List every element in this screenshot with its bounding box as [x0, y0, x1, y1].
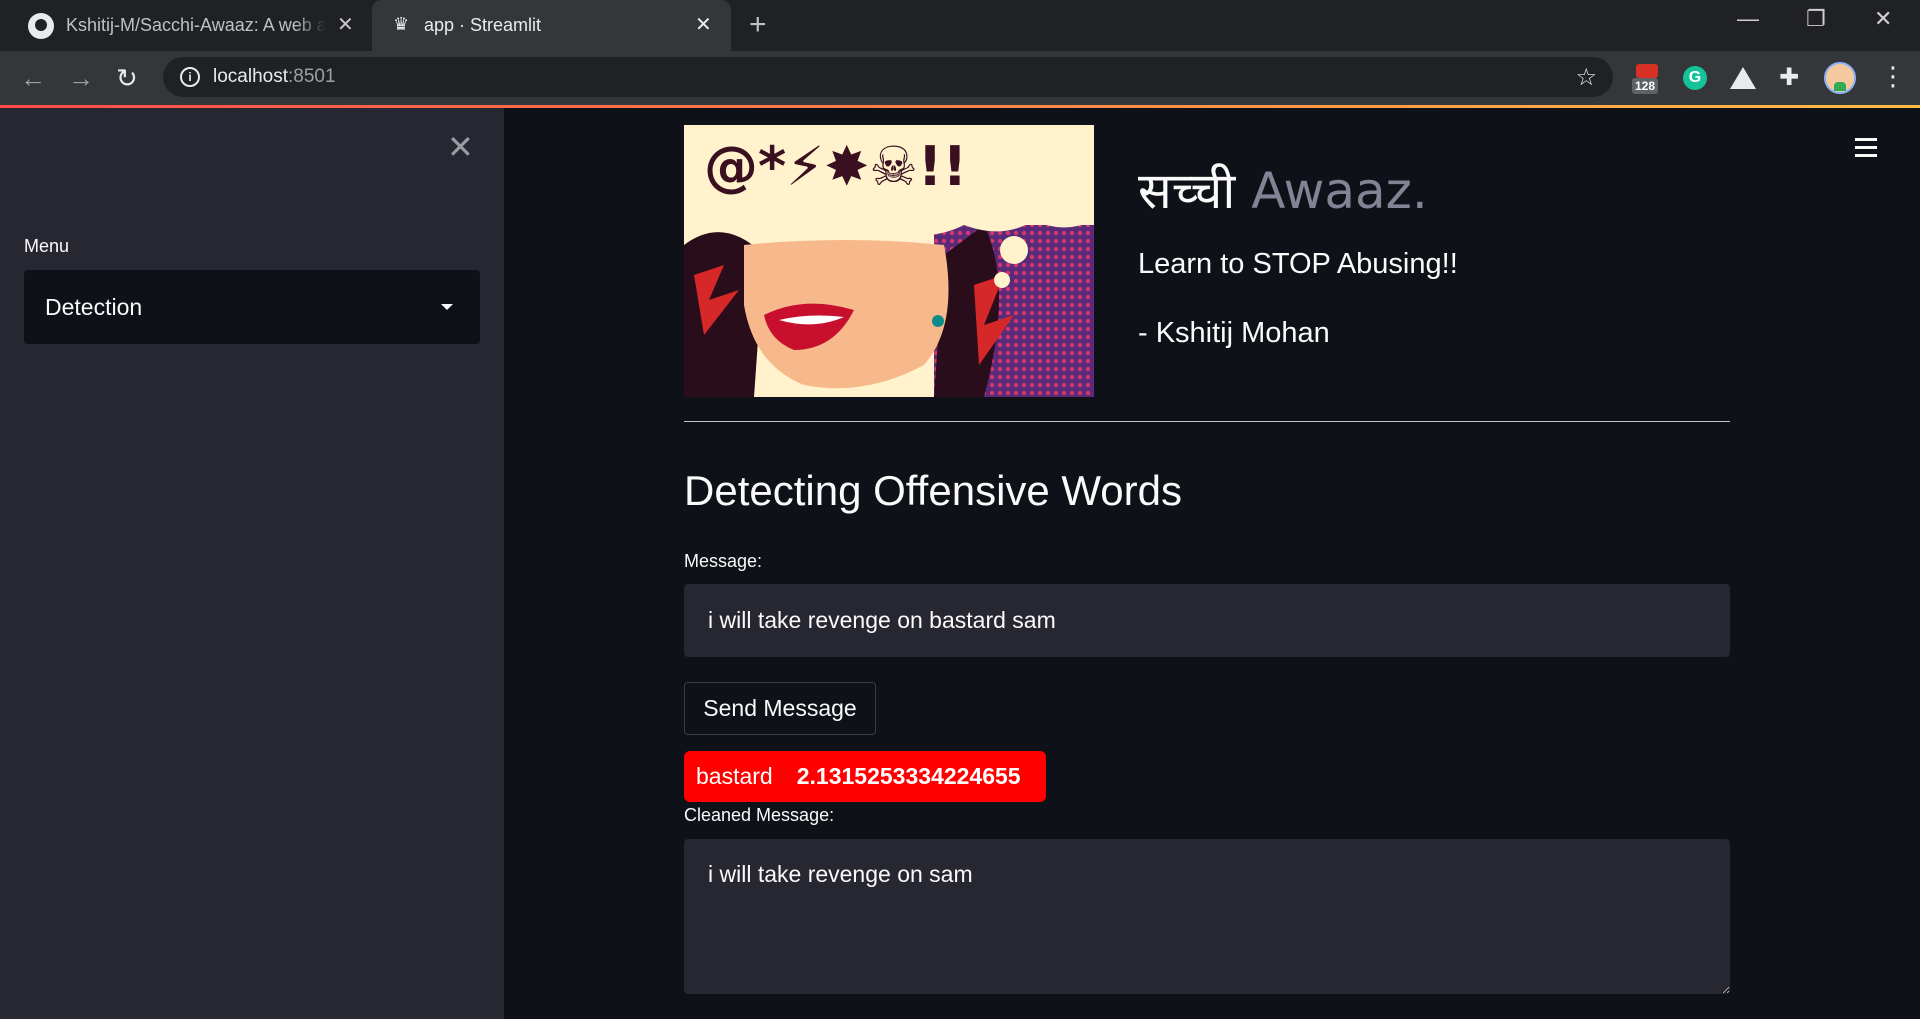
- bookmark-star-icon[interactable]: ☆: [1575, 63, 1597, 92]
- grammarly-icon[interactable]: G: [1683, 66, 1707, 90]
- send-message-button[interactable]: Send Message: [684, 682, 876, 735]
- browser-toolbar: ← → ↻ i localhost:8501 ☆ 128 G ✚ ⋮: [0, 51, 1920, 105]
- chevron-down-icon: [441, 304, 453, 310]
- title-english: Awaaz.: [1251, 162, 1428, 220]
- profile-avatar[interactable]: [1824, 62, 1856, 94]
- close-icon[interactable]: ✕: [695, 12, 712, 37]
- tab-title: Kshitij-M/Sacchi-Awaaz: A web app: [66, 15, 326, 35]
- hamburger-menu-icon[interactable]: [1855, 138, 1877, 162]
- tab-title: app · Streamlit: [424, 15, 542, 35]
- detected-word: bastard: [696, 763, 773, 789]
- message-label: Message:: [684, 551, 763, 571]
- tagline: Learn to STOP Abusing!!: [1138, 248, 1458, 280]
- extensions-puzzle-icon[interactable]: ✚: [1779, 63, 1799, 92]
- browser-menu-icon[interactable]: ⋮: [1880, 61, 1906, 92]
- title-hindi: सच्ची: [1138, 162, 1236, 220]
- url-text: localhost:8501: [213, 66, 336, 87]
- browser-tab-bar: Kshitij-M/Sacchi-Awaaz: A web app ✕ ♛ ap…: [0, 0, 1920, 51]
- menu-label: Menu: [24, 236, 70, 256]
- divider: [684, 421, 1730, 422]
- angry-woman-comic-illustration: @*⚡✸☠!!: [684, 125, 1094, 397]
- menu-select[interactable]: Detection: [24, 270, 480, 344]
- close-sidebar-icon[interactable]: ✕: [447, 128, 474, 166]
- back-icon[interactable]: ←: [20, 63, 46, 94]
- extension-triangle-icon[interactable]: [1730, 67, 1756, 89]
- offensive-word-result: bastard 2.1315253334224655: [684, 751, 1046, 802]
- github-icon: [28, 13, 54, 39]
- extension-badge: 128: [1632, 78, 1659, 94]
- app-title: सच्ची Awaaz.: [1138, 155, 1428, 223]
- minimize-icon[interactable]: —: [1737, 6, 1759, 32]
- section-heading: Detecting Offensive Words: [684, 467, 1183, 514]
- new-tab-icon[interactable]: +: [749, 8, 767, 42]
- close-icon[interactable]: ✕: [337, 12, 354, 37]
- author: - Kshitij Mohan: [1138, 317, 1330, 349]
- message-input[interactable]: [684, 584, 1730, 657]
- streamlit-crown-icon: ♛: [393, 14, 410, 34]
- extension-icon[interactable]: 128: [1632, 64, 1662, 96]
- detected-score: 2.1315253334224655: [796, 763, 1021, 789]
- sidebar: ✕ Menu Detection: [0, 108, 504, 1019]
- forward-icon[interactable]: →: [68, 63, 94, 94]
- restore-icon[interactable]: ❐: [1806, 6, 1826, 32]
- cleaned-message-label: Cleaned Message:: [684, 805, 835, 825]
- tab-github[interactable]: Kshitij-M/Sacchi-Awaaz: A web app ✕: [0, 0, 370, 51]
- menu-select-value: Detection: [45, 294, 143, 320]
- close-window-icon[interactable]: ✕: [1874, 6, 1892, 32]
- info-icon[interactable]: i: [180, 67, 200, 87]
- hero-image: @*⚡✸☠!!: [684, 125, 1094, 397]
- cleaned-message-textarea[interactable]: i will take revenge on sam: [684, 839, 1730, 994]
- svg-text:@*⚡✸☠!!: @*⚡✸☠!!: [704, 135, 967, 198]
- address-bar[interactable]: i localhost:8501 ☆: [163, 57, 1613, 97]
- tab-streamlit[interactable]: ♛ app · Streamlit ✕: [372, 0, 731, 51]
- reload-icon[interactable]: ↻: [116, 63, 138, 94]
